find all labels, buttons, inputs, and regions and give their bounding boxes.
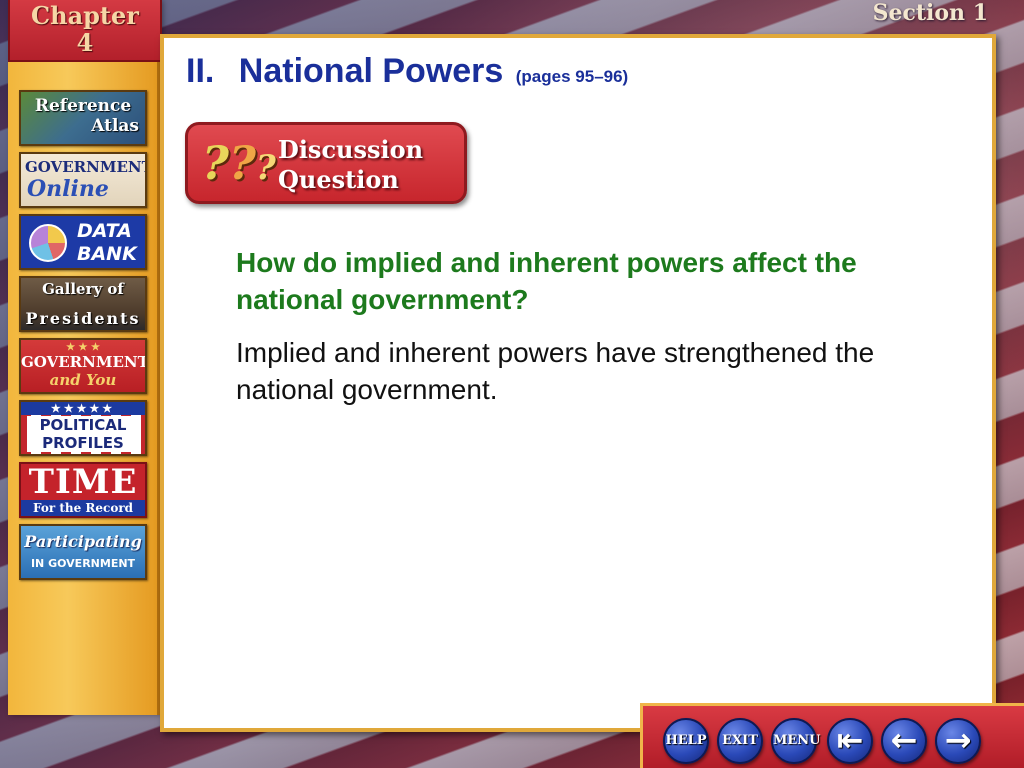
discussion-question: How do implied and inherent powers affec… [236, 247, 857, 315]
badge-line1: Discussion [278, 135, 424, 164]
pie-chart-icon [29, 224, 67, 262]
government-online-button[interactable]: GOVERNMENT Online [19, 152, 147, 208]
stars-icon: ★ ★ ★ [66, 342, 100, 353]
political-profiles-button[interactable]: ★★★★★ POLITICAL PROFILES [19, 400, 147, 456]
reference-atlas-line2: Atlas [91, 116, 139, 136]
discussion-question-badge: ??? Discussion Question [185, 122, 467, 204]
chapter-word: Chapter [31, 1, 139, 30]
political-profiles-line2: PROFILES [27, 434, 139, 452]
time-line1: TIME [28, 462, 138, 502]
time-line2: For the Record [21, 500, 145, 516]
participating-in-government-button[interactable]: Participating IN GOVERNMENT [19, 524, 147, 580]
next-arrow-button[interactable]: → [935, 718, 981, 764]
government-online-line1: GOVERNMENT [25, 158, 147, 176]
section-label: Section 1 [872, 0, 988, 26]
government-and-you-button[interactable]: ★ ★ ★ GOVERNMENT and You [19, 338, 147, 394]
profiles-stars-icon: ★★★★★ [21, 402, 145, 415]
page-reference: (pages 95–96) [515, 67, 629, 86]
badge-line2: Question [278, 165, 399, 194]
exit-button[interactable]: EXIT [717, 718, 763, 764]
help-button[interactable]: HELP [663, 718, 709, 764]
menu-button[interactable]: MENU [771, 718, 821, 764]
government-and-you-line2: and You [49, 371, 117, 389]
participating-line1: Participating [24, 532, 142, 551]
first-slide-button[interactable]: ⇤ [827, 718, 873, 764]
section-roman-numeral: II. [186, 52, 215, 90]
back-arrow-button[interactable]: ← [881, 718, 927, 764]
data-bank-line1: DATA [77, 220, 132, 242]
gallery-of-presidents-button[interactable]: Gallery of Presidents [19, 276, 147, 332]
chapter-number: 4 [76, 28, 94, 57]
title-text: National Powers [238, 52, 504, 90]
discussion-answer: Implied and inherent powers have strengt… [236, 337, 875, 405]
gallery-line1: Gallery of [42, 280, 124, 298]
data-bank-button[interactable]: DATA BANK [19, 214, 147, 270]
navigation-bar: HELP EXIT MENU ⇤ ← → [640, 703, 1024, 768]
chapter-tab: Chapter 4 [8, 0, 162, 62]
question-marks-icon: ??? [202, 136, 276, 190]
slide-title: II. National Powers (pages 95–96) [186, 52, 628, 91]
participating-line2: IN GOVERNMENT [30, 557, 136, 570]
government-and-you-line1: GOVERNMENT [21, 353, 147, 371]
government-online-line2: Online [27, 176, 109, 202]
gallery-line2: Presidents [25, 309, 141, 328]
data-bank-line2: BANK [77, 243, 137, 265]
reference-atlas-line1: Reference [34, 96, 132, 116]
political-profiles-line1: POLITICAL [27, 416, 139, 434]
reference-atlas-button[interactable]: Reference Atlas [19, 90, 147, 146]
time-for-the-record-button[interactable]: TIME For the Record [19, 462, 147, 518]
